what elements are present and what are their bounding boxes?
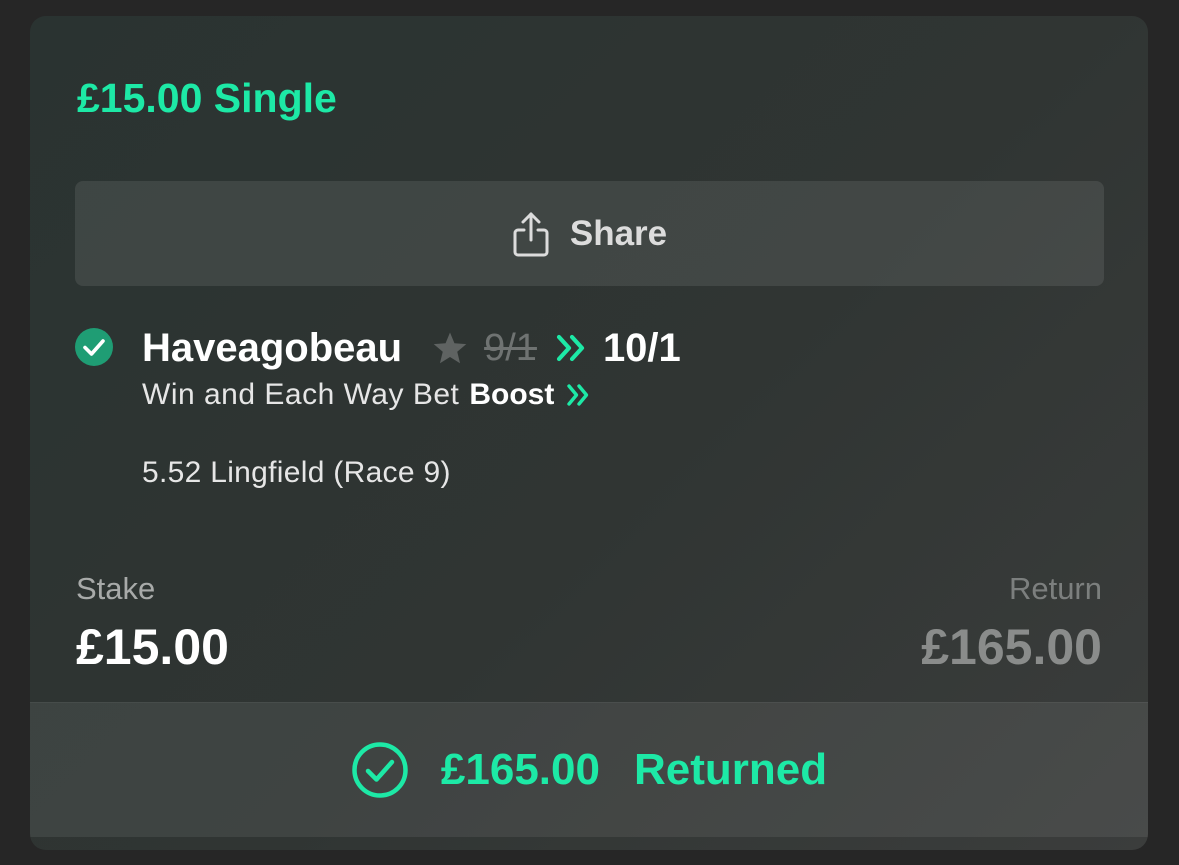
- return-label: Return: [1008, 571, 1102, 606]
- share-icon: [513, 212, 549, 256]
- boosted-odds: 10/1: [602, 325, 681, 370]
- event-name: 5.52 Lingfield (Race 9): [142, 456, 451, 489]
- result-status: Returned: [633, 745, 828, 794]
- bet-result-bar: £165.00 Returned: [30, 702, 1148, 837]
- double-chevron-right-icon: [556, 334, 585, 362]
- market-row: Win and Each Way Bet Boost: [142, 374, 592, 416]
- stake-label: Stake: [76, 571, 156, 606]
- original-odds: 9/1: [484, 326, 537, 369]
- selection-row: Haveagobeau 9/1 10/1: [142, 320, 681, 376]
- bet-card: £15.00 Single Share Haveagobeau 9/1 10/1…: [30, 16, 1148, 850]
- selection-name: Haveagobeau: [142, 325, 403, 370]
- return-value: £165.00: [921, 619, 1102, 675]
- stake-value: £15.00: [76, 619, 229, 675]
- market-name: Win and Each Way Bet: [142, 378, 460, 411]
- returned-amount: £165.00: [440, 745, 600, 794]
- bet-title: £15.00 Single: [77, 75, 337, 121]
- check-circle-icon: [75, 328, 113, 366]
- boost-label: Boost: [469, 378, 555, 411]
- share-button-label: Share: [569, 213, 668, 253]
- share-button[interactable]: Share: [75, 181, 1104, 286]
- check-circle-outline-icon: [352, 742, 408, 798]
- double-chevron-right-icon: [567, 384, 589, 406]
- star-icon: [433, 332, 467, 364]
